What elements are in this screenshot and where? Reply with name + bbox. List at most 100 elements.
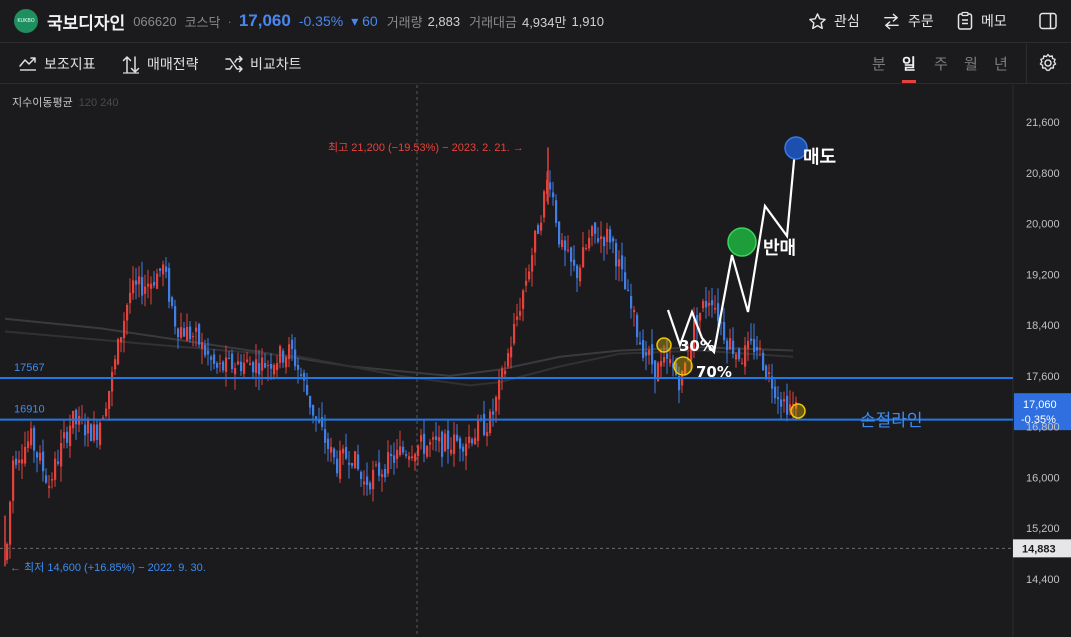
- gear-icon: [1039, 53, 1057, 72]
- candle-body: [105, 408, 108, 417]
- candle-body: [168, 268, 171, 302]
- chart-toolbar: 보조지표 매매전략 비교차트 분 일 주 월 년: [0, 43, 1071, 84]
- order-label: 주문: [908, 13, 934, 29]
- candle-body: [396, 449, 399, 459]
- candle-body: [363, 481, 366, 485]
- stop-loss-label: 손절라인: [860, 411, 923, 431]
- candle-body: [636, 314, 639, 337]
- period-minute-tab[interactable]: 분: [872, 53, 886, 74]
- memo-button[interactable]: 메모: [956, 11, 1007, 31]
- candle-body: [510, 346, 513, 358]
- candle-body: [276, 363, 279, 370]
- candle-body: [777, 397, 780, 400]
- strategy-button[interactable]: 매매전략: [121, 54, 199, 74]
- y-tick-label: 20,800: [1026, 168, 1060, 180]
- candle-body: [450, 449, 453, 454]
- candle-body: [645, 352, 648, 356]
- candle-body: [522, 290, 525, 309]
- candle-body: [579, 267, 582, 282]
- candle-body: [48, 485, 51, 488]
- candle-body: [588, 237, 591, 249]
- y-tick-label: 16,800: [1026, 422, 1060, 434]
- candle-body: [468, 436, 471, 443]
- candle-body: [324, 429, 327, 443]
- candle-body: [762, 352, 765, 371]
- period-month-tab[interactable]: 월: [964, 53, 978, 74]
- candle-body: [180, 327, 183, 338]
- compare-button[interactable]: 비교차트: [224, 54, 302, 74]
- candle-body: [456, 434, 459, 441]
- chart-settings-button[interactable]: [1038, 53, 1058, 78]
- candle-body: [519, 311, 522, 316]
- candle-body: [204, 344, 207, 356]
- panel-toggle-button[interactable]: [1038, 11, 1058, 36]
- y-tick-label: 17,600: [1026, 371, 1060, 383]
- low-level-tag-text: 14,883: [1022, 543, 1056, 555]
- candle-body: [783, 399, 786, 402]
- current-price: 17,060: [238, 11, 291, 30]
- price-chart[interactable]: 175671691014,88317,060-0.35% 최고 21,200 (…: [0, 85, 1071, 637]
- candle-body: [252, 362, 255, 373]
- candle-body: [669, 359, 672, 364]
- candle-body: [651, 344, 654, 365]
- half-sell-marker: [727, 227, 757, 257]
- candle-body: [525, 280, 528, 286]
- candle-body: [120, 337, 123, 343]
- ma-label: 지수이동평균: [12, 97, 73, 109]
- candle-body: [12, 460, 15, 501]
- watch-button[interactable]: 관심: [808, 11, 860, 31]
- order-button[interactable]: 주문: [882, 11, 934, 31]
- candle-body: [447, 430, 450, 449]
- candle-body: [489, 411, 492, 433]
- indicator-button[interactable]: 보조지표: [18, 54, 96, 74]
- candle-body: [528, 271, 531, 280]
- current-marker: [790, 403, 806, 419]
- price-axis: 21,600 20,800 20,000 19,200 18,400 17,600 16,8…: [1026, 117, 1060, 586]
- candle-body: [222, 361, 225, 371]
- candle-body: [30, 428, 33, 446]
- candle-body: [453, 434, 456, 455]
- candle-body: [708, 302, 711, 306]
- y-tick-label: 19,200: [1026, 269, 1060, 281]
- candle-body: [93, 424, 96, 441]
- candle-body: [45, 475, 48, 483]
- y-tick-label: 20,000: [1026, 219, 1060, 231]
- stock-name[interactable]: 국보디자인: [47, 9, 125, 34]
- candle-body: [351, 463, 354, 466]
- candle-body: [444, 433, 447, 452]
- candle-body: [516, 316, 519, 320]
- period-week-tab[interactable]: 주: [934, 53, 948, 74]
- candle-body: [243, 362, 246, 374]
- y-tick-label: 18,400: [1026, 320, 1060, 332]
- candle-body: [573, 259, 576, 266]
- candle-body: [741, 363, 744, 365]
- candle-body: [564, 240, 567, 251]
- period-year-tab[interactable]: 년: [994, 53, 1008, 74]
- candle-body: [270, 364, 273, 369]
- candle-body: [225, 357, 228, 372]
- candle-body: [108, 391, 111, 409]
- candle-body: [711, 300, 714, 306]
- candlesticks: [4, 147, 798, 567]
- candle-body: [462, 446, 465, 452]
- candle-body: [417, 445, 420, 456]
- candle-body: [399, 446, 402, 456]
- candle-body: [378, 462, 381, 476]
- volume-label: 거래량: [386, 14, 423, 30]
- candle-body: [165, 266, 168, 272]
- candle-body: [735, 354, 738, 360]
- candle-body: [90, 424, 93, 442]
- candle-body: [207, 350, 210, 355]
- ma-periods: 120 240: [78, 97, 119, 109]
- candle-body: [237, 361, 240, 365]
- candle-body: [600, 236, 603, 239]
- candle-body: [567, 249, 570, 251]
- candle-body: [774, 386, 777, 399]
- period-day-tab[interactable]: 일: [902, 53, 916, 74]
- candle-body: [246, 359, 249, 362]
- candle-body: [135, 280, 138, 285]
- candle-body: [195, 327, 198, 332]
- candle-body: [381, 474, 384, 477]
- candle-body: [306, 384, 309, 395]
- candle-body: [198, 324, 201, 345]
